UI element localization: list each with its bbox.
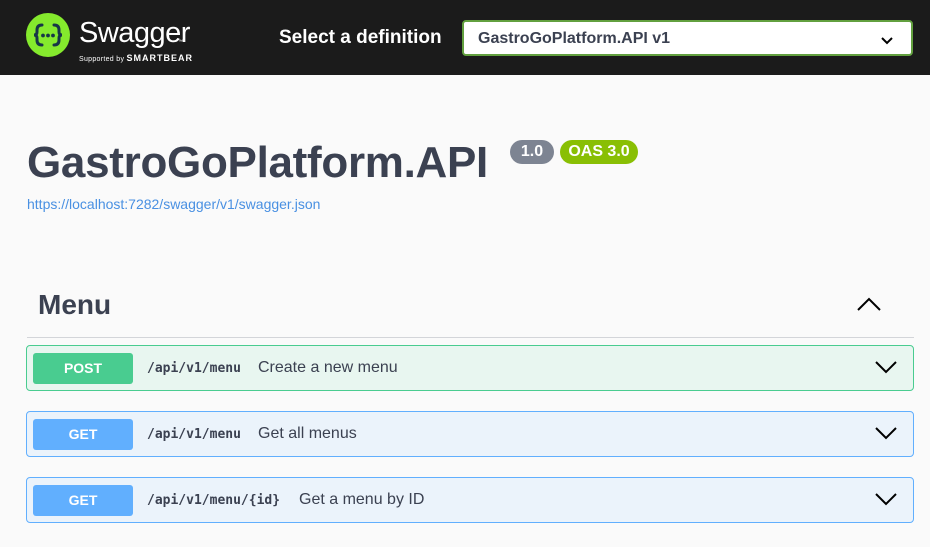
operation-summary: Create a new menu	[258, 359, 398, 376]
method-badge-get: GET	[33, 419, 133, 450]
chevron-up-icon[interactable]	[856, 296, 882, 317]
topbar: Swagger ™ Supported by SMARTBEAR Select …	[0, 0, 930, 75]
tag-menu-title[interactable]: Menu	[38, 289, 111, 321]
logo-sub-prefix: Supported by	[79, 56, 125, 63]
logo-text: Swagger	[79, 17, 190, 49]
logo-trademark: ™	[178, 39, 183, 45]
definition-select-value: GastroGoPlatform.API v1	[478, 30, 671, 47]
operation-summary: Get all menus	[258, 425, 357, 442]
chevron-down-icon	[881, 33, 893, 51]
definition-label: Select a definition	[279, 27, 442, 48]
api-title: GastroGoPlatform.API	[27, 138, 488, 187]
operation-post-menu[interactable]: POST /api/v1/menu Create a new menu	[26, 345, 914, 391]
operation-path: /api/v1/menu/{id}	[147, 493, 281, 508]
chevron-down-icon[interactable]	[875, 360, 897, 379]
operation-get-menus[interactable]: GET /api/v1/menu Get all menus	[26, 411, 914, 457]
tag-divider	[27, 337, 914, 338]
spec-url-link[interactable]: https://localhost:7282/swagger/v1/swagge…	[27, 196, 320, 212]
operation-get-menu-by-id[interactable]: GET /api/v1/menu/{id} Get a menu by ID	[26, 477, 914, 523]
operation-path: /api/v1/menu	[147, 427, 241, 442]
logo-sub-brand: SMARTBEAR	[126, 53, 193, 63]
chevron-down-icon[interactable]	[875, 426, 897, 445]
swagger-logo[interactable]: Swagger ™ Supported by SMARTBEAR	[26, 12, 206, 64]
method-badge-get: GET	[33, 485, 133, 516]
definition-select[interactable]: GastroGoPlatform.API v1	[462, 20, 913, 56]
operation-path: /api/v1/menu	[147, 361, 241, 376]
logo-subtitle: Supported by SMARTBEAR	[79, 53, 193, 63]
method-badge-post: POST	[33, 353, 133, 384]
swagger-braces-icon	[26, 13, 70, 57]
operation-summary: Get a menu by ID	[299, 491, 425, 508]
version-badge: 1.0	[510, 140, 554, 164]
oas-badge: OAS 3.0	[560, 140, 638, 164]
chevron-down-icon[interactable]	[875, 492, 897, 511]
